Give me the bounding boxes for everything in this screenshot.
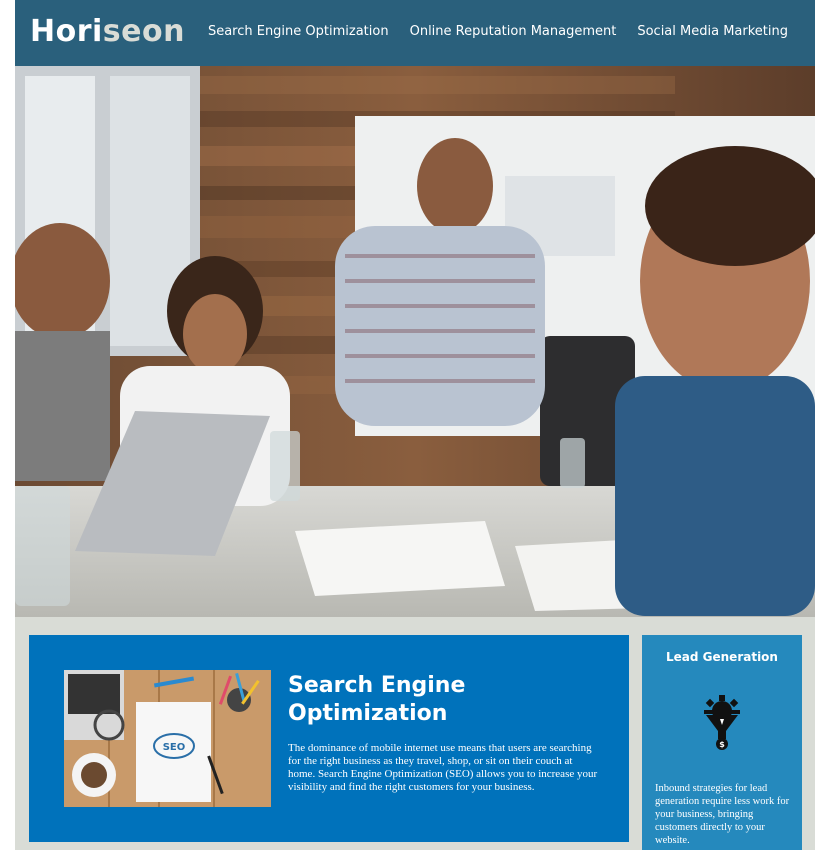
lead-generation-funnel-icon: $ — [704, 695, 740, 751]
main-nav: Search Engine Optimization Online Reputa… — [208, 24, 788, 39]
seo-description: The dominance of mobile internet use mea… — [288, 742, 598, 793]
nav-link-social-media[interactable]: Social Media Marketing — [637, 24, 788, 39]
hero-image — [15, 66, 815, 617]
seo-desk-photo: SEO — [64, 670, 271, 807]
hero-photo — [15, 66, 815, 617]
lead-generation-card: Lead Generation $ Inbound strategies for… — [642, 635, 802, 850]
site-logo[interactable]: Horiseon — [30, 14, 185, 49]
seo-image: SEO — [64, 670, 271, 807]
svg-text:SEO: SEO — [163, 742, 186, 753]
nav-link-reputation[interactable]: Online Reputation Management — [410, 24, 617, 39]
svg-text:$: $ — [719, 740, 725, 749]
logo-main-text: Hori — [30, 14, 103, 49]
lead-generation-description: Inbound strategies for lead generation r… — [655, 783, 790, 846]
nav-link-seo[interactable]: Search Engine Optimization — [208, 24, 389, 39]
seo-section: SEO Search Engine Optimization The domin… — [29, 635, 629, 842]
page: Horiseon Search Engine Optimization Onli… — [15, 0, 815, 850]
lead-generation-title: Lead Generation — [666, 650, 778, 664]
seo-title: Search Engine Optimization — [288, 673, 466, 726]
logo-accent-text: seon — [102, 14, 185, 49]
site-header: Horiseon Search Engine Optimization Onli… — [15, 0, 815, 66]
